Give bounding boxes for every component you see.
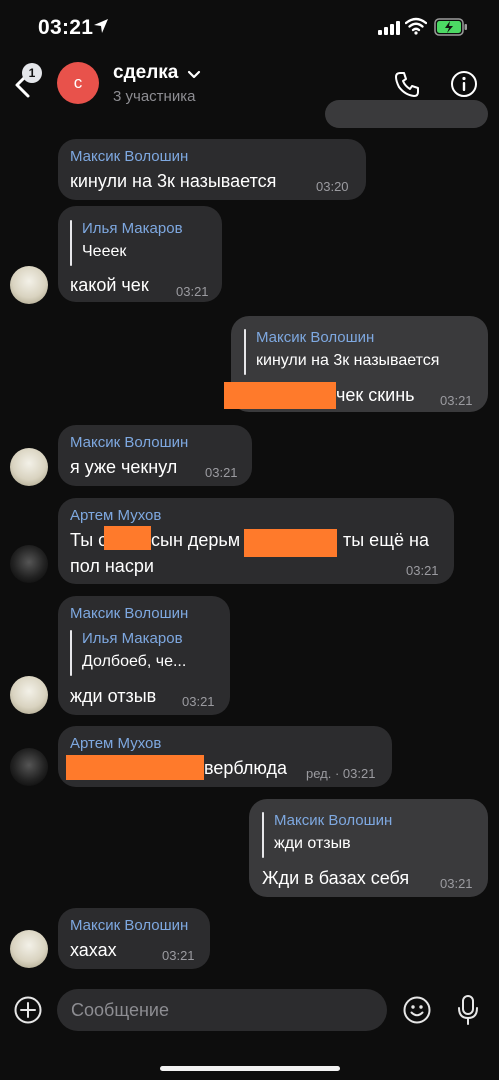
quote-sender: Максик Волошин — [256, 329, 375, 346]
quote-sender: Максик Волошин — [274, 812, 393, 829]
message-time: ред. · 03:21 — [306, 766, 376, 781]
mic-icon[interactable] — [455, 994, 481, 1026]
message-text: какой чек — [70, 275, 149, 295]
quote-bar — [262, 812, 264, 858]
redaction-block — [244, 529, 337, 557]
status-time: 03:21 — [38, 16, 94, 39]
redaction-block — [66, 755, 204, 780]
user-avatar[interactable] — [10, 930, 48, 968]
quote-sender: Илья Макаров — [82, 220, 183, 237]
quote-bar — [70, 220, 72, 266]
message-time: 03:21 — [205, 465, 238, 480]
message-text: жди отзыв — [70, 686, 157, 706]
quote-text: жди отзыв — [274, 835, 351, 852]
unread-badge: 1 — [22, 63, 42, 83]
user-avatar[interactable] — [10, 266, 48, 304]
message-text: чек скинь — [336, 385, 415, 405]
quote-bar — [244, 329, 246, 375]
message-text: верблюда — [204, 758, 288, 778]
message-text: пол насри — [70, 556, 154, 576]
message-time: 03:21 — [176, 284, 209, 299]
message-text: кинули на 3к называется — [70, 171, 277, 191]
chat-subtitle: 3 участника — [113, 88, 196, 105]
home-indicator[interactable] — [160, 1066, 340, 1071]
message-time: 03:20 — [316, 179, 349, 194]
message-text: Жди в базах себя — [262, 868, 410, 888]
sender-name[interactable]: Максик Волошин — [70, 605, 188, 622]
message-time: 03:21 — [182, 694, 215, 709]
message-time: 03:21 — [162, 948, 195, 963]
quote-text: Чееек — [82, 243, 127, 260]
user-avatar[interactable] — [10, 676, 48, 714]
message-time: 03:21 — [440, 876, 473, 891]
message-bubble-partial[interactable] — [325, 100, 488, 128]
sender-name[interactable]: Артем Мухов — [70, 735, 161, 752]
redaction-block — [104, 526, 151, 550]
quote-text: Долбоеб, че... — [82, 653, 187, 670]
message-input-placeholder: Сообщение — [71, 999, 169, 1020]
quote-sender: Илья Макаров — [82, 630, 183, 647]
chat-avatar[interactable]: с — [57, 62, 99, 104]
sender-name[interactable]: Максик Волошин — [70, 917, 188, 934]
location-arrow-icon — [94, 19, 108, 33]
sender-name[interactable]: Максик Волошин — [70, 148, 188, 165]
plus-icon[interactable] — [13, 995, 43, 1025]
user-avatar[interactable] — [10, 545, 48, 583]
signal-icon — [378, 20, 400, 35]
message-text: хахах — [70, 940, 117, 960]
wifi-icon — [405, 17, 427, 35]
chevron-down-icon[interactable] — [187, 70, 201, 80]
message-text: я уже чекнул — [70, 457, 178, 477]
phone-icon[interactable] — [393, 70, 423, 100]
battery-icon — [434, 18, 467, 36]
message-time: 03:21 — [406, 563, 439, 578]
message-text: Ты с — [70, 530, 108, 550]
quote-text: кинули на 3к называется — [256, 352, 440, 369]
sender-name[interactable]: Артем Мухов — [70, 507, 161, 524]
info-icon[interactable] — [450, 70, 478, 98]
sender-name[interactable]: Максик Волошин — [70, 434, 188, 451]
chat-title[interactable]: сделка — [113, 62, 178, 84]
quote-bar — [70, 630, 72, 676]
message-text: сын дерьм — [151, 530, 241, 550]
user-avatar[interactable] — [10, 448, 48, 486]
redaction-block — [224, 382, 336, 409]
user-avatar[interactable] — [10, 748, 48, 786]
message-text: ты ещё на — [343, 530, 429, 550]
message-input[interactable]: Сообщение — [57, 989, 387, 1031]
emoji-icon[interactable] — [402, 995, 432, 1025]
message-time: 03:21 — [440, 393, 473, 408]
